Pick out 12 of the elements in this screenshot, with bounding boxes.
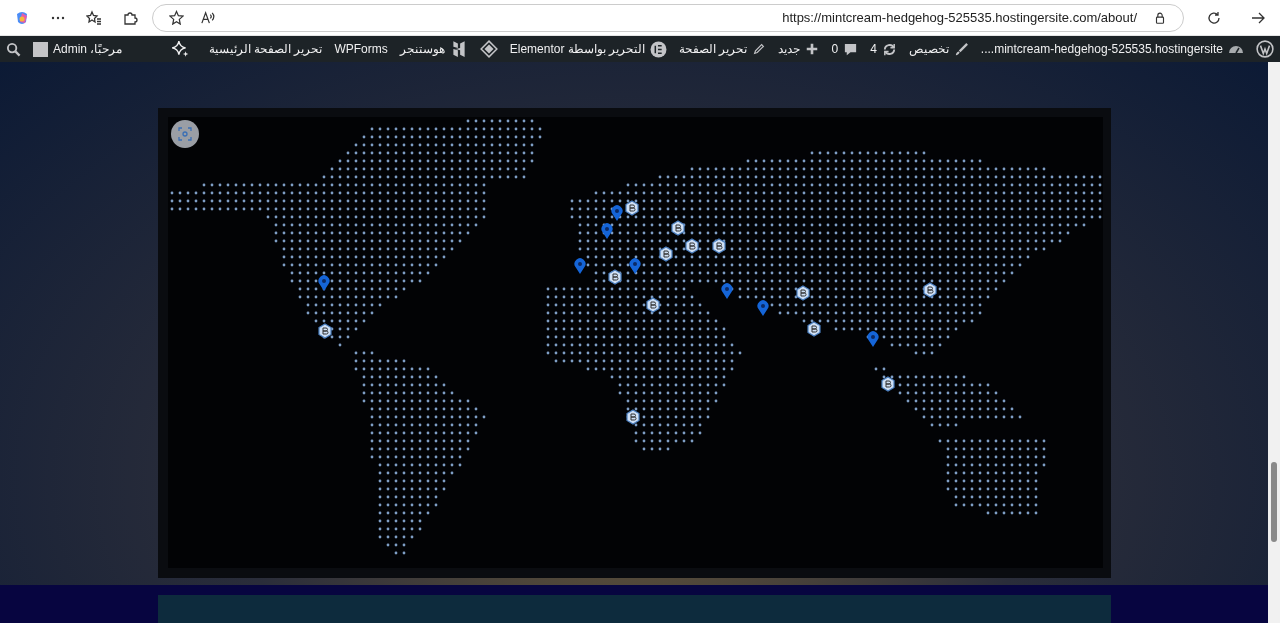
toolbar-link[interactable]: تحرير الصفحة الرئيسية xyxy=(208,40,323,58)
toolbar-link[interactable]: هوستنجر xyxy=(399,40,445,58)
toolbar-link[interactable]: WPForms xyxy=(334,40,388,58)
toolbar-link[interactable]: 0 xyxy=(831,40,839,58)
site-name-link[interactable]: ....mintcream-hedgehog-525535.hostingersite xyxy=(980,40,1223,58)
url-text: https://mintcream-hedgehog-525535.hostingersite.com/about/ xyxy=(782,8,1137,27)
toolbar-link[interactable]: التحرير بواسطة Elementor xyxy=(509,40,646,58)
toolbar-link[interactable]: تخصيص xyxy=(908,40,949,58)
toolbar-link[interactable]: جديد xyxy=(778,40,801,58)
greeting-link[interactable]: مرحبًا، Admin xyxy=(53,40,123,58)
toolbar-link[interactable]: تحرير الصفحة xyxy=(679,40,748,58)
toolbar-link[interactable]: 4 xyxy=(870,40,877,58)
